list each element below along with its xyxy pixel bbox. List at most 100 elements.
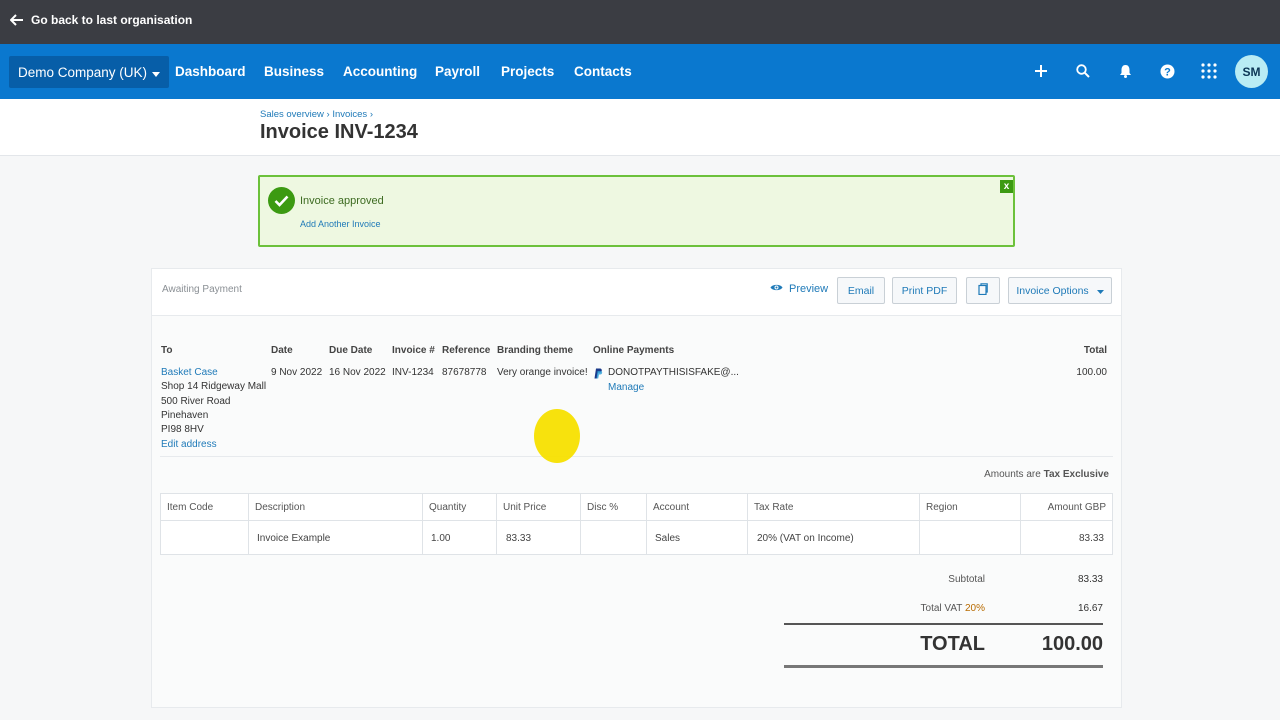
vat-value: 16.67: [1077, 603, 1103, 614]
branding-theme: Very orange invoice!: [497, 367, 588, 378]
nav-business[interactable]: Business: [264, 64, 324, 79]
page-header: Sales overview › Invoices › Invoice INV-…: [0, 99, 1280, 156]
edit-address-link[interactable]: Edit address: [161, 439, 217, 450]
invoice-date: 9 Nov 2022: [271, 367, 323, 378]
main-navigation: Demo Company (UK) Dashboard Business Acc…: [0, 44, 1280, 99]
preview-label: Preview: [789, 283, 829, 295]
reference-label: Reference: [442, 345, 491, 356]
cursor-highlight: [534, 409, 580, 463]
help-icon[interactable]: ?: [1156, 60, 1178, 82]
back-to-organisation-link[interactable]: Go back to last organisation: [10, 13, 192, 27]
breadcrumb[interactable]: Sales overview › Invoices ›: [260, 109, 373, 120]
user-avatar[interactable]: SM: [1235, 55, 1268, 88]
checkmark-icon: [268, 187, 295, 214]
invoice-toolbar: Awaiting Payment Preview Email Print PDF…: [152, 269, 1121, 316]
preview-button[interactable]: Preview: [770, 283, 828, 295]
add-another-invoice-link[interactable]: Add Another Invoice: [300, 219, 381, 229]
amounts-tax-note: Amounts are Tax Exclusive: [984, 469, 1109, 480]
cell-description: Invoice Example: [257, 533, 331, 544]
plus-icon[interactable]: [1030, 60, 1052, 82]
cell-account: Sales: [655, 533, 681, 544]
column-header-amount: Amount GBP: [1047, 502, 1106, 513]
invoice-total-value: 100.00: [1076, 367, 1107, 378]
column-divider: [422, 494, 423, 554]
vat-label: Total VAT: [920, 603, 963, 614]
copy-button[interactable]: [966, 277, 1000, 304]
copy-icon: [978, 283, 988, 298]
page-title: Invoice INV-1234: [260, 121, 418, 143]
column-header-discount: Disc %: [587, 502, 619, 513]
due-date-label: Due Date: [329, 345, 373, 356]
column-header-account: Account: [653, 502, 690, 513]
apps-grid-icon[interactable]: [1198, 60, 1220, 82]
subtotal-value: 83.33: [1077, 574, 1103, 585]
column-divider: [248, 494, 249, 554]
online-payments-label: Online Payments: [593, 345, 675, 356]
invoice-options-button[interactable]: Invoice Options: [1008, 277, 1112, 304]
section-divider: [160, 456, 1113, 457]
cell-quantity: 1.00: [431, 533, 451, 544]
contact-link[interactable]: Basket Case: [161, 367, 218, 378]
invoice-approved-alert: Invoice approved Add Another Invoice x: [258, 175, 1015, 247]
to-label: To: [161, 345, 173, 356]
email-button[interactable]: Email: [837, 277, 885, 304]
column-divider: [1020, 494, 1021, 554]
manage-payments-link[interactable]: Manage: [608, 382, 644, 393]
column-divider: [919, 494, 920, 554]
cell-tax-rate: 20% (VAT on Income): [757, 533, 854, 544]
total-label: Total: [1083, 345, 1107, 356]
total-vat-label: Total VAT 20%: [921, 603, 985, 614]
close-icon[interactable]: x: [1000, 180, 1013, 193]
organisation-name: Demo Company (UK): [18, 64, 148, 80]
vat-rate: 20%: [964, 603, 985, 614]
address-line: 500 River Road: [161, 396, 231, 407]
subtotal-label: Subtotal: [948, 574, 985, 585]
nav-payroll[interactable]: Payroll: [435, 64, 480, 79]
total-bottom-rule: [784, 665, 1103, 668]
nav-contacts[interactable]: Contacts: [574, 64, 632, 79]
column-header-description: Description: [255, 502, 306, 513]
payment-account: DONOTPAYTHISISFAKE@...: [608, 367, 739, 378]
address-line: Pinehaven: [161, 410, 209, 421]
invoice-number-label: Invoice #: [392, 345, 435, 356]
svg-text:?: ?: [1164, 66, 1171, 78]
column-header-unit-price: Unit Price: [503, 502, 547, 513]
top-bar: Go back to last organisation: [0, 0, 1280, 44]
nav-accounting[interactable]: Accounting: [343, 64, 417, 79]
column-divider: [580, 494, 581, 554]
address-line: PI98 8HV: [161, 424, 204, 435]
print-pdf-button[interactable]: Print PDF: [892, 277, 957, 304]
tax-mode[interactable]: Tax Exclusive: [1044, 469, 1109, 480]
invoice-status: Awaiting Payment: [162, 284, 242, 295]
total-top-rule: [784, 623, 1103, 625]
paypal-icon: [594, 366, 603, 384]
date-label: Date: [271, 345, 293, 356]
branding-theme-label: Branding theme: [497, 345, 574, 356]
caret-down-icon: [152, 65, 161, 80]
cell-amount: 83.33: [1078, 533, 1104, 544]
organisation-switcher[interactable]: Demo Company (UK): [9, 56, 170, 88]
invoice-card: Awaiting Payment Preview Email Print PDF…: [151, 268, 1122, 708]
grand-total-label: TOTAL: [920, 633, 985, 655]
column-header-tax-rate: Tax Rate: [754, 502, 794, 513]
address-line: Shop 14 Ridgeway Mall: [161, 381, 267, 392]
amounts-prefix: Amounts are: [984, 469, 1041, 480]
search-icon[interactable]: [1072, 60, 1094, 82]
line-items-table: Item Code Description Quantity Unit Pric…: [160, 493, 1113, 555]
column-header-item-code: Item Code: [167, 502, 214, 513]
column-header-quantity: Quantity: [429, 502, 467, 513]
bell-icon[interactable]: [1114, 60, 1136, 82]
column-divider: [496, 494, 497, 554]
column-divider: [646, 494, 647, 554]
invoice-reference: 87678778: [442, 367, 487, 378]
grand-total-value: 100.00: [1041, 633, 1103, 655]
column-header-region: Region: [926, 502, 958, 513]
alert-message: Invoice approved: [300, 195, 384, 207]
back-link-label: Go back to last organisation: [31, 13, 193, 27]
arrow-left-icon: [10, 14, 24, 26]
nav-dashboard[interactable]: Dashboard: [175, 64, 246, 79]
invoice-number: INV-1234: [392, 367, 434, 378]
nav-projects[interactable]: Projects: [501, 64, 554, 79]
column-divider: [747, 494, 748, 554]
invoice-due-date: 16 Nov 2022: [329, 367, 386, 378]
